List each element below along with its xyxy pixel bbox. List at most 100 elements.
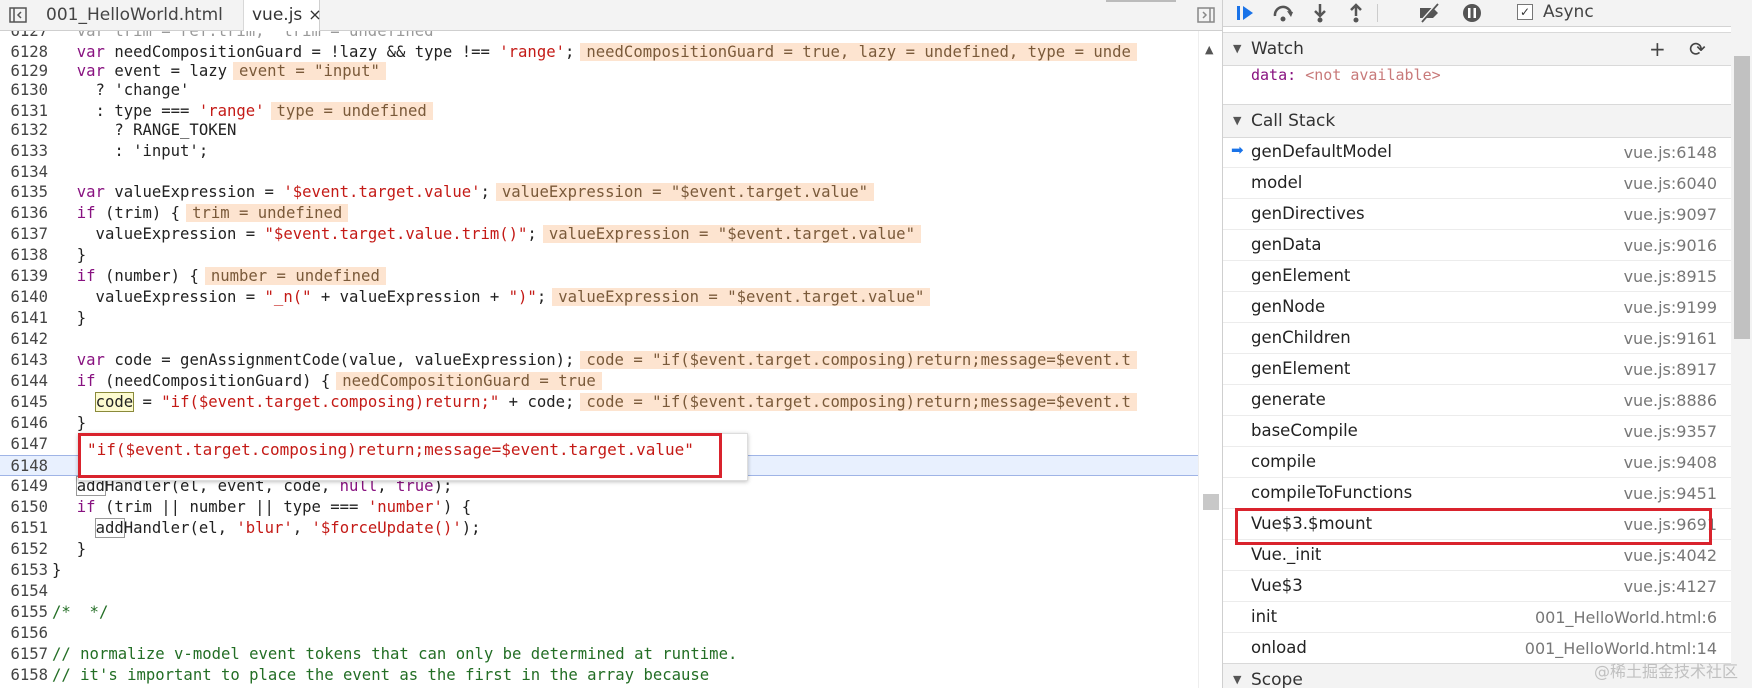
step-out-icon[interactable] <box>1343 2 1369 24</box>
collapse-triangle-icon[interactable]: ▼ <box>1233 664 1241 688</box>
frame-location: vue.js:9357 <box>1623 422 1717 441</box>
code-text: var valueExpression = '$event.target.val… <box>58 182 875 203</box>
frame-location: vue.js:6040 <box>1623 174 1717 193</box>
code-text: var event = lazy event = "input" <box>58 61 386 82</box>
toolbar-divider <box>1377 4 1378 22</box>
code-text: } <box>58 414 87 432</box>
call-frame[interactable]: genChildren vue.js:9161 <box>1223 323 1731 354</box>
call-frame[interactable]: model vue.js:6040 <box>1223 168 1731 199</box>
code-comment: // normalize v-model event tokens that c… <box>52 645 738 663</box>
line-number: 6144 <box>10 372 48 390</box>
watch-expression[interactable]: data: <not available> <box>1251 66 1441 84</box>
code-line: 6138 } <box>0 245 1198 266</box>
hovered-token[interactable]: code <box>94 392 135 412</box>
code-line: 6155/* */ <box>0 602 1198 623</box>
code-comment: // it's important to place the event as … <box>52 666 710 684</box>
async-checkbox[interactable]: ✓ <box>1517 4 1533 20</box>
call-frame[interactable]: compileToFunctions vue.js:9451 <box>1223 478 1731 509</box>
code-line: 6143 var code = genAssignmentCode(value,… <box>0 350 1198 371</box>
frame-function-name: model <box>1251 173 1303 192</box>
toggle-debugger-icon[interactable] <box>1192 0 1220 30</box>
code-text: var code = genAssignmentCode(value, valu… <box>58 350 1137 371</box>
call-frame[interactable]: compile vue.js:9408 <box>1223 447 1731 478</box>
line-number: 6138 <box>10 246 48 264</box>
call-frame[interactable]: ➡ genDefaultModel vue.js:6148 <box>1223 137 1731 168</box>
line-number: 6131 <box>10 102 48 120</box>
tab-vue-js[interactable]: vue.js × <box>244 0 322 31</box>
collapse-triangle-icon[interactable]: ▼ <box>1233 33 1241 65</box>
frame-location: vue.js:9691 <box>1623 515 1717 534</box>
code-line: 6130 ? 'change' <box>0 80 1198 101</box>
toggle-navigator-icon[interactable] <box>4 0 32 30</box>
call-frame[interactable]: genElement vue.js:8917 <box>1223 354 1731 385</box>
frame-function-name: genElement <box>1251 266 1351 285</box>
call-frame[interactable]: Vue._init vue.js:4042 <box>1223 540 1731 571</box>
frame-function-name: Vue$3.$mount <box>1251 514 1373 533</box>
code-line: 6152 } <box>0 539 1198 560</box>
inline-value: event = "input" <box>233 62 386 80</box>
call-frame[interactable]: baseCompile vue.js:9357 <box>1223 416 1731 447</box>
call-stack-section-header[interactable]: ▼ Call Stack <box>1223 104 1731 138</box>
frame-location: 001_HelloWorld.html:6 <box>1534 608 1717 627</box>
sidebar-scrollbar[interactable] <box>1731 26 1752 688</box>
frame-location: vue.js:8917 <box>1623 360 1717 379</box>
frame-function-name: genDefaultModel <box>1251 142 1392 161</box>
debugger-toolbar: ✓ Async <box>1223 0 1752 27</box>
code-text: } <box>58 540 87 558</box>
call-frame[interactable]: Vue$3.$mount vue.js:9691 <box>1223 509 1731 540</box>
code-line: 6157// normalize v-model event tokens th… <box>0 644 1198 665</box>
tab-helloworld-html[interactable]: 001_HelloWorld.html <box>34 0 244 30</box>
code-line: 6131 : type === 'range' type = undefined <box>0 101 1198 122</box>
line-number: 6133 <box>10 142 48 160</box>
code-line: 6146 } <box>0 413 1198 434</box>
code-text: var needCompositionGuard = !lazy && type… <box>58 42 1137 63</box>
line-number: 6150 <box>10 498 48 516</box>
frame-function-name: genNode <box>1251 297 1326 316</box>
code-text: code = "if($event.target.composing)retur… <box>58 392 1137 413</box>
code-text: valueExpression = "_n(" + valueExpressio… <box>58 287 931 308</box>
resume-icon[interactable] <box>1233 2 1259 24</box>
call-frame[interactable]: genElement vue.js:8915 <box>1223 261 1731 292</box>
step-over-icon[interactable] <box>1271 2 1297 24</box>
popover-value: "if($event.target.composing)return;messa… <box>87 440 694 459</box>
watch-value: <not available> <box>1305 66 1441 84</box>
collapse-triangle-icon[interactable]: ▼ <box>1233 105 1241 137</box>
scrollbar-thumb[interactable] <box>1203 494 1219 510</box>
frame-function-name: baseCompile <box>1251 421 1358 440</box>
pause-on-exceptions-icon[interactable] <box>1459 2 1485 24</box>
editor-scrollbar[interactable]: ▲ <box>1198 31 1223 688</box>
code-text: : 'input'; <box>58 142 209 160</box>
refresh-icon[interactable]: ⟳ <box>1689 33 1706 65</box>
call-frame[interactable]: init 001_HelloWorld.html:6 <box>1223 602 1731 633</box>
step-into-icon[interactable] <box>1307 2 1333 24</box>
scrollbar-thumb[interactable] <box>1734 56 1750 339</box>
call-frame[interactable]: genDirectives vue.js:9097 <box>1223 199 1731 230</box>
section-title: Watch <box>1251 39 1304 59</box>
line-number: 6142 <box>10 330 48 348</box>
editor-tab-bar: 001_HelloWorld.html vue.js × <box>0 0 1222 31</box>
call-frame[interactable]: genData vue.js:9016 <box>1223 230 1731 261</box>
code-text: } <box>52 561 62 579</box>
call-frame[interactable]: genNode vue.js:9199 <box>1223 292 1731 323</box>
add-icon[interactable]: + <box>1649 33 1666 65</box>
scroll-indicator <box>1106 0 1176 2</box>
call-frame[interactable]: generate vue.js:8886 <box>1223 385 1731 416</box>
frame-function-name: genData <box>1251 235 1322 254</box>
line-number: 6130 <box>10 81 48 99</box>
scroll-up-icon[interactable]: ▲ <box>1205 43 1213 56</box>
line-number: 6140 <box>10 288 48 306</box>
frame-location: vue.js:9199 <box>1623 298 1717 317</box>
tab-label: vue.js <box>252 5 303 25</box>
code-area[interactable]: 6127 var trim = ref.trim; trim = undefin… <box>0 31 1198 688</box>
value-popover: "if($event.target.composing)return;messa… <box>78 433 748 481</box>
inline-value: needCompositionGuard = true <box>336 372 602 390</box>
call-frame[interactable]: Vue$3 vue.js:4127 <box>1223 571 1731 602</box>
deactivate-breakpoints-icon[interactable] <box>1417 2 1443 24</box>
watch-section-header[interactable]: ▼ Watch + ⟳ <box>1223 32 1731 66</box>
code-line: 6158// it's important to place the event… <box>0 665 1198 686</box>
code-text: valueExpression = "$event.target.value.t… <box>58 224 921 245</box>
source-editor: 001_HelloWorld.html vue.js × 6127 var tri… <box>0 0 1223 688</box>
code-line: 6150 if (trim || number || type === 'num… <box>0 497 1198 518</box>
frame-function-name: onload <box>1251 638 1307 657</box>
close-icon[interactable]: × <box>308 5 321 24</box>
